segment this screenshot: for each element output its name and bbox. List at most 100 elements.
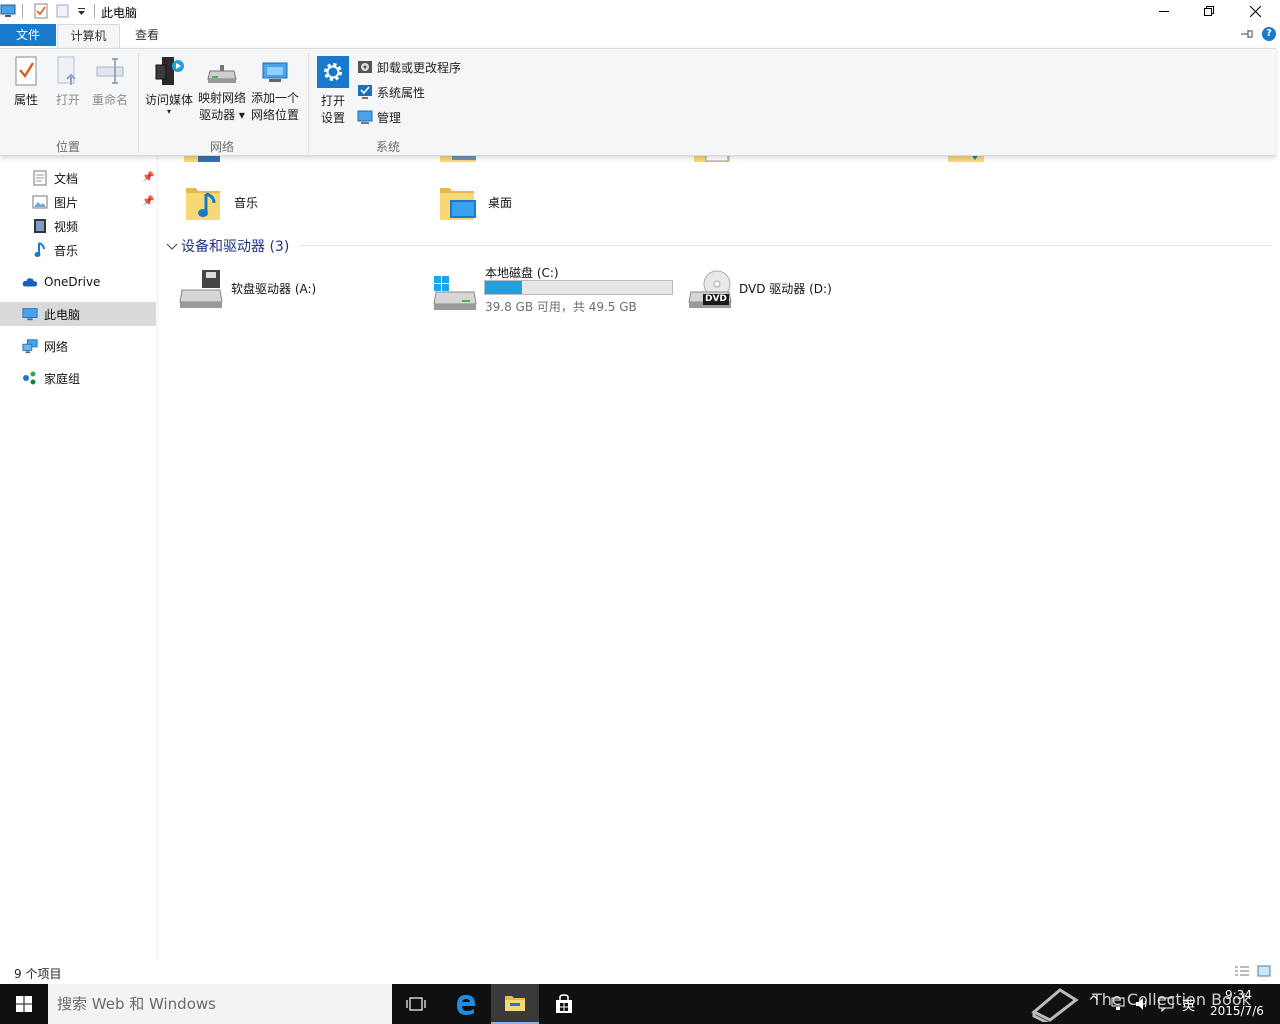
- book-watermark-icon: [1031, 988, 1079, 1022]
- map-drive-label-1: 映射网络: [197, 91, 246, 105]
- open-button[interactable]: 打开: [50, 55, 86, 109]
- properties-qat-icon[interactable]: [34, 3, 48, 22]
- open-settings-label-1: 打开: [320, 94, 345, 108]
- store-icon: [556, 994, 572, 1013]
- window-title: 此电脑: [101, 6, 138, 20]
- group-system-label: 系统: [375, 140, 400, 154]
- minimize-button[interactable]: [1141, 0, 1187, 22]
- task-view-button[interactable]: [392, 984, 440, 1024]
- folder-music[interactable]: 音乐: [184, 182, 258, 222]
- start-button[interactable]: [0, 984, 48, 1024]
- item-count: 9 个项目: [14, 967, 62, 981]
- restore-button[interactable]: [1186, 0, 1232, 22]
- drive-label: 软盘驱动器 (A:): [231, 282, 317, 296]
- network-tray-icon[interactable]: [1110, 996, 1126, 1012]
- nav-item-videos[interactable]: 视频: [32, 215, 78, 237]
- nav-item-onedrive[interactable]: OneDrive: [22, 271, 100, 293]
- media-server-icon: [155, 57, 184, 85]
- nav-label: 图片: [54, 195, 79, 210]
- computer-icon[interactable]: [0, 4, 16, 21]
- tab-file[interactable]: 文件: [0, 24, 56, 46]
- new-folder-qat-icon[interactable]: [56, 4, 70, 21]
- floppy-drive-icon: [179, 270, 223, 308]
- nav-item-documents[interactable]: 文档: [32, 167, 78, 189]
- access-media-button[interactable]: 访问媒体 ▾: [143, 55, 195, 116]
- map-drive-label-2: 驱动器 ▾: [199, 108, 245, 122]
- rename-icon: [96, 58, 124, 84]
- nav-label: 音乐: [54, 243, 79, 258]
- ribbon: 属性 打开 重命名 位置 访问媒体 ▾ 映射网络 驱动器 ▾ 添加一个 网络位置…: [0, 48, 1276, 156]
- drive-free-space: 39.8 GB 可用，共 49.5 GB: [485, 300, 637, 314]
- show-hidden-icons-icon[interactable]: ^: [1088, 994, 1100, 1010]
- folder-icon: [440, 156, 480, 169]
- document-icon: [32, 170, 48, 186]
- folder-icon: [948, 156, 988, 169]
- network-icon: [22, 338, 38, 354]
- uninstall-program-button[interactable]: 卸载或更改程序: [357, 57, 461, 77]
- nav-label: 家庭组: [44, 371, 81, 386]
- help-icon[interactable]: ?: [1262, 27, 1276, 41]
- nav-item-this-pc[interactable]: 此电脑: [22, 303, 80, 325]
- nav-item-network[interactable]: 网络: [22, 335, 68, 357]
- pin-icon[interactable]: 📌: [142, 196, 154, 207]
- properties-button[interactable]: 属性: [6, 55, 46, 109]
- section-title: 设备和驱动器 (3): [181, 239, 290, 255]
- volume-icon[interactable]: [1134, 996, 1150, 1012]
- windows-drive-icon: [433, 276, 477, 310]
- title-bar: 此电脑: [0, 0, 1280, 22]
- group-separator: [308, 53, 309, 153]
- manage-label: 管理: [377, 110, 402, 125]
- ime-indicator[interactable]: 英: [1182, 995, 1195, 1014]
- nav-label: 文档: [54, 171, 79, 186]
- system-properties-button[interactable]: 系统属性: [357, 82, 425, 102]
- manage-button[interactable]: 管理: [357, 107, 401, 127]
- open-settings-label-2: 设置: [320, 111, 345, 125]
- open-label: 打开: [55, 93, 80, 107]
- open-icon: [57, 56, 76, 85]
- folder-icon: [505, 996, 525, 1011]
- store-button[interactable]: [540, 984, 588, 1024]
- ribbon-tabs: 文件 计算机 查看 ?: [0, 22, 1280, 48]
- picture-icon: [32, 194, 48, 210]
- computer-icon: [22, 306, 38, 322]
- close-button[interactable]: [1232, 0, 1278, 22]
- properties-label: 属性: [13, 93, 38, 107]
- drive-local-c[interactable]: 本地磁盘 (C:) 39.8 GB 可用，共 49.5 GB: [432, 260, 682, 316]
- map-network-drive-button[interactable]: 映射网络 驱动器 ▾: [196, 63, 248, 124]
- details-view-icon[interactable]: [1234, 965, 1250, 980]
- nav-item-homegroup[interactable]: 家庭组: [22, 367, 80, 389]
- qat-dropdown-icon[interactable]: [77, 6, 86, 20]
- devices-section-header[interactable]: 设备和驱动器 (3): [166, 236, 289, 256]
- music-folder-icon: [186, 188, 220, 220]
- clock-date[interactable]: 2015/7/6: [1210, 1004, 1264, 1018]
- folder-desktop[interactable]: 桌面: [438, 182, 512, 222]
- edge-browser-button[interactable]: [442, 984, 490, 1024]
- search-box[interactable]: 搜索 Web 和 Windows: [48, 984, 392, 1024]
- clock-time[interactable]: 9:34: [1225, 988, 1252, 1002]
- uninstall-icon: [358, 61, 372, 73]
- dvd-badge: DVD: [705, 294, 727, 304]
- pin-icon[interactable]: 📌: [142, 172, 154, 183]
- drive-usage-fill: [485, 281, 522, 294]
- system-properties-label: 系统属性: [377, 85, 426, 100]
- drive-floppy[interactable]: 软盘驱动器 (A:): [178, 266, 418, 314]
- tab-computer[interactable]: 计算机: [57, 24, 120, 48]
- manage-icon: [357, 110, 373, 124]
- pin-ribbon-icon[interactable]: [1240, 28, 1254, 43]
- file-explorer-button[interactable]: [491, 984, 539, 1024]
- nav-label: 视频: [54, 219, 79, 234]
- nav-item-pictures[interactable]: 图片: [32, 191, 78, 213]
- minimize-icon: [1159, 11, 1169, 12]
- add-network-location-button[interactable]: 添加一个 网络位置: [249, 59, 301, 124]
- rename-button[interactable]: 重命名: [90, 55, 130, 109]
- large-icons-view-icon[interactable]: [1257, 965, 1271, 980]
- tab-view[interactable]: 查看: [124, 24, 170, 48]
- nav-item-music[interactable]: 音乐: [32, 239, 78, 261]
- nav-label: OneDrive: [44, 275, 101, 289]
- chevron-down-icon: [166, 243, 178, 250]
- open-settings-button[interactable]: 打开 设置: [314, 56, 352, 127]
- notification-icon[interactable]: [1158, 996, 1174, 1012]
- drive-dvd[interactable]: DVD DVD 驱动器 (D:): [687, 266, 927, 314]
- desktop-folder-icon: [440, 188, 476, 220]
- uninstall-label: 卸载或更改程序: [377, 60, 462, 75]
